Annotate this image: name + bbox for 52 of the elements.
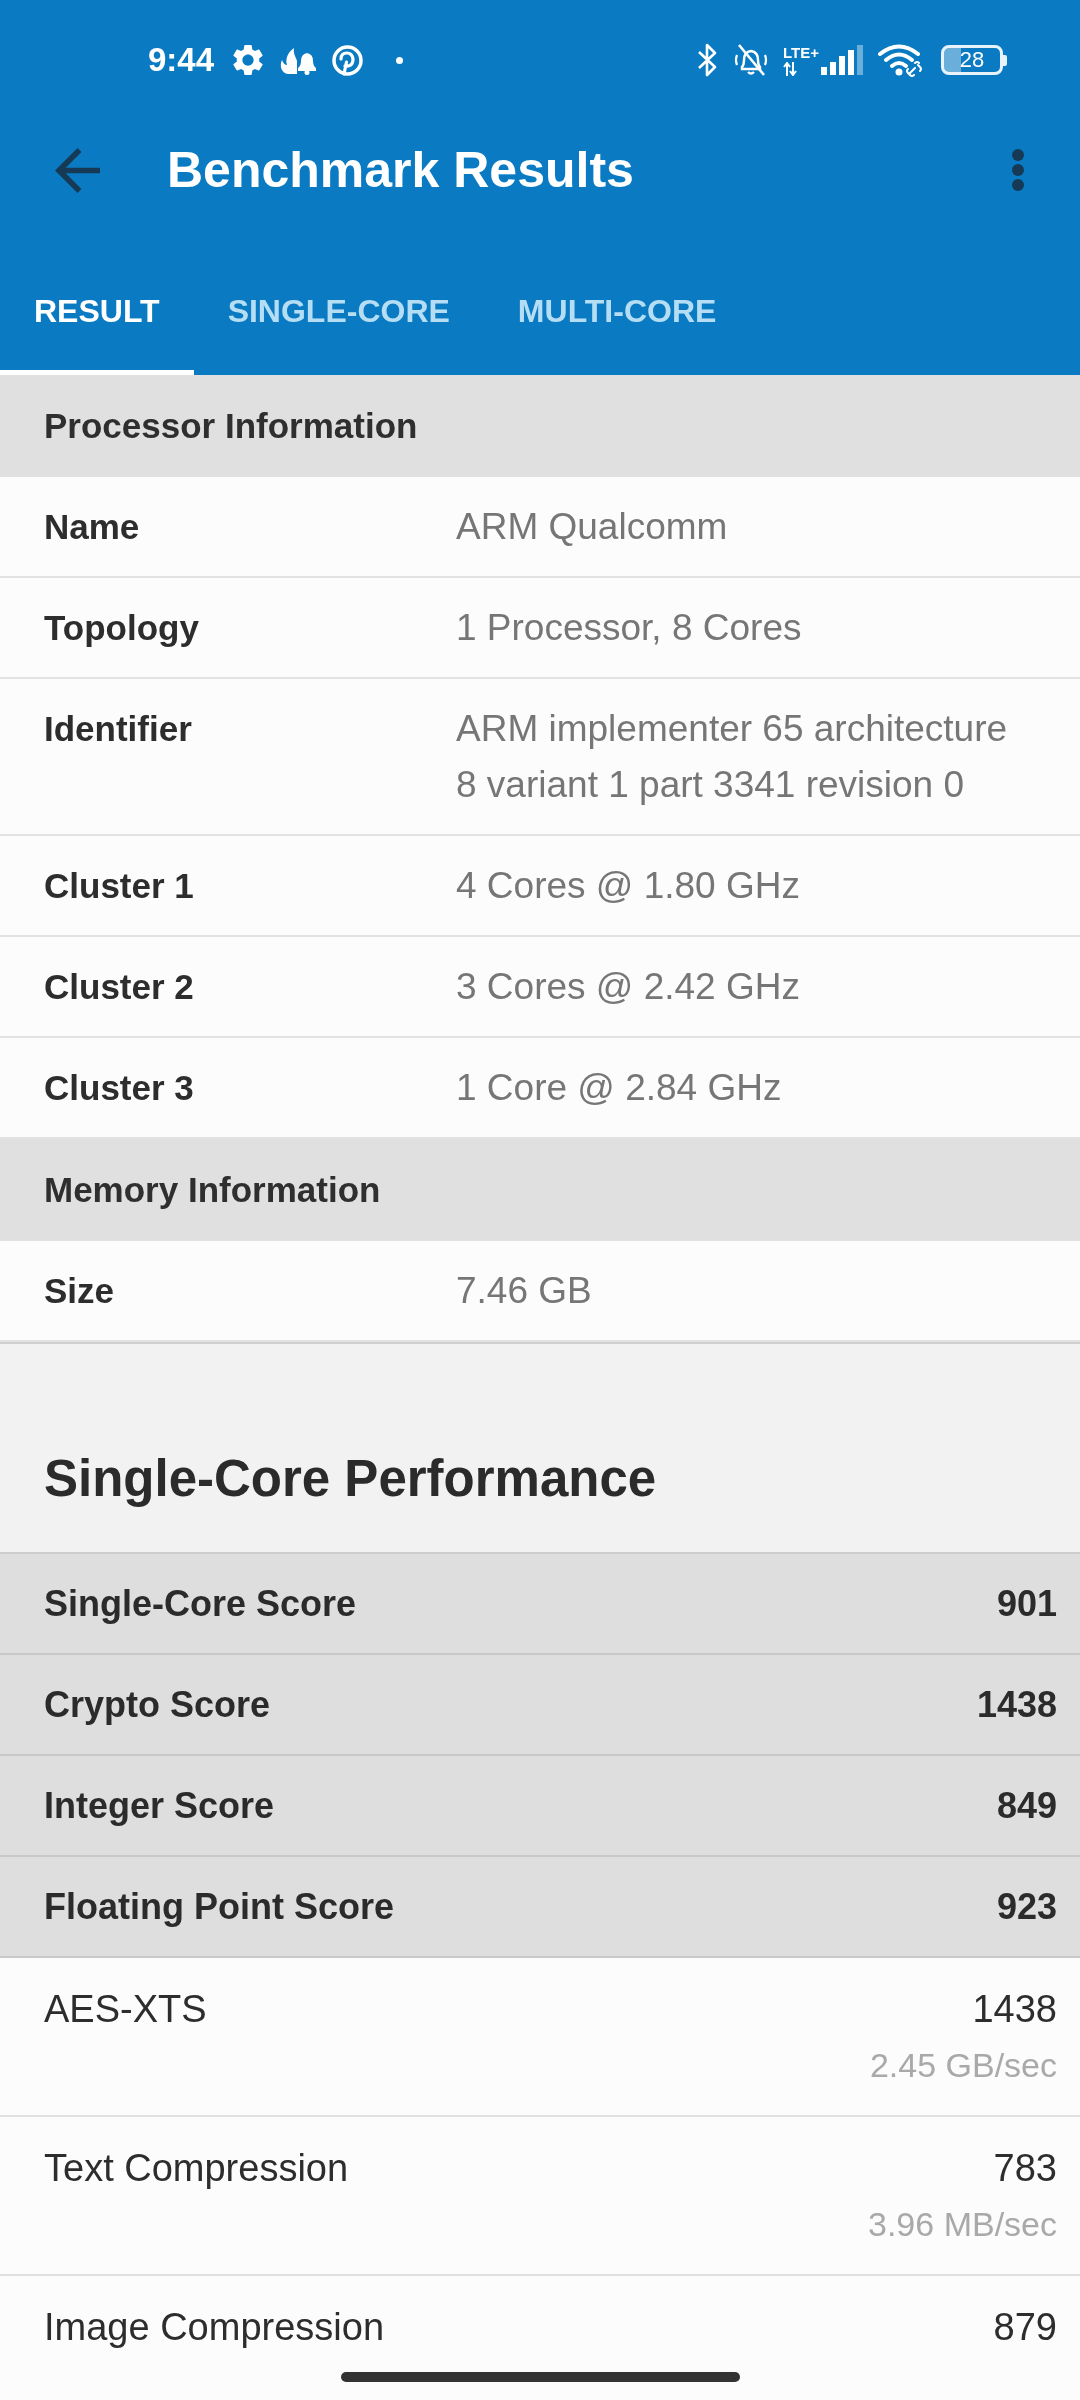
score-value: 923 [996,1885,1057,1929]
back-arrow-icon [55,147,100,193]
row-value: 3 Cores @ 2.42 GHz [456,965,801,1009]
workload-label: Text Compression [44,2146,349,2191]
more-options-button[interactable] [1011,148,1025,192]
bluetooth-icon [697,43,717,77]
row-label: Size [44,1270,116,1312]
row-value: 4 Cores @ 1.80 GHz [456,864,801,908]
data-arrows-icon [783,61,797,76]
notification-dot-icon [396,56,404,64]
circle-logo-icon [332,44,364,76]
back-button[interactable] [55,147,100,193]
tab[interactable]: SINGLE-CORE [193,247,484,375]
section-heading: Single-Core Performance [44,1449,657,1509]
row-value: ARM implementer 65 architecture 8 variant 1 part 3341 revision 0 [456,707,1009,807]
workload-rate: 3.96 MB/sec [868,2204,1057,2245]
score-value: 901 [996,1582,1057,1626]
section-header: Processor Information [0,375,1080,477]
row-label: Identifier [44,708,193,750]
row-label: Name [44,506,141,548]
flame-bell-icon [279,45,318,75]
score-label: Single-Core Score [44,1582,357,1626]
row-value: 7.46 GB [456,1269,593,1313]
row-value: 1 Processor, 8 Cores [456,606,803,650]
home-indicator[interactable] [340,2371,740,2382]
row-label: Cluster 3 [44,1067,195,1109]
workload-label: AES-XTS [44,1987,207,2032]
more-vertical-icon [1011,148,1025,192]
workload-score: 879 [993,2305,1057,2350]
battery-indicator: 28 [941,45,1007,75]
row-label: Cluster 2 [44,966,195,1008]
screen-title: Benchmark Results [167,141,634,199]
workload-rate: 2.45 GB/sec [869,2045,1057,2086]
network-type: LTE+ [783,44,819,60]
row-label: Cluster 1 [44,865,195,907]
gear-icon [233,45,264,75]
workload-label: Image Compression [44,2305,385,2350]
row-value: ARM Qualcomm [456,505,729,549]
status-time: 9:44 [148,41,215,79]
workload-score: 783 [993,2146,1057,2191]
row-label: Topology [44,607,200,649]
tab[interactable]: MULTI-CORE [483,247,751,375]
score-value: 849 [996,1784,1057,1828]
score-label: Crypto Score [44,1683,271,1727]
row-value: 1 Core @ 2.84 GHz [456,1066,783,1110]
muted-bell-icon [733,43,769,77]
workload-score: 1438 [972,1987,1057,2032]
signal-icon [821,45,863,75]
section-header: Memory Information [0,1139,1080,1241]
score-label: Floating Point Score [44,1885,394,1929]
score-label: Integer Score [44,1784,275,1828]
score-value: 1438 [976,1683,1057,1727]
